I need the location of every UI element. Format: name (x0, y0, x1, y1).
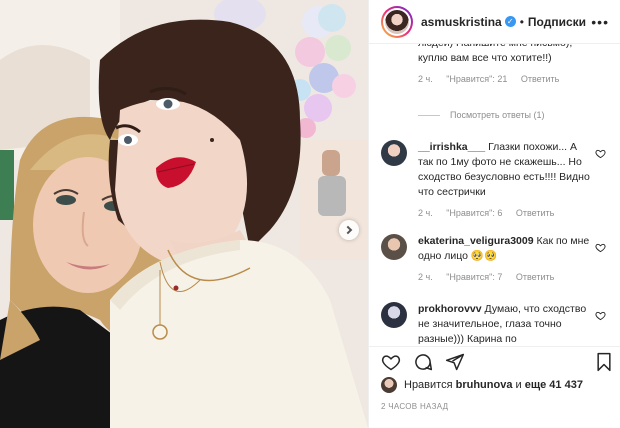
reply-button[interactable]: Ответить (521, 74, 559, 84)
author-avatar[interactable] (381, 5, 413, 38)
more-options-icon[interactable]: ••• (591, 14, 609, 30)
commenter-avatar[interactable] (381, 140, 407, 166)
following-button[interactable]: Подписки (528, 15, 586, 29)
view-replies-button[interactable]: Посмотреть ответы (1) (418, 110, 545, 120)
post-header: asmuskristina ✓ • Подписки ••• (369, 0, 620, 44)
comment-like-heart-icon[interactable] (595, 242, 606, 253)
likes-count-button[interactable]: еще 41 437 (525, 379, 583, 391)
comment-meta: 2 ч. "Нравится": 6 Ответить (418, 208, 594, 218)
likes-summary: Нравится bruhunova и еще 41 437 (381, 377, 583, 393)
comment-icon[interactable] (413, 352, 433, 372)
post-actions-bar (369, 346, 620, 376)
bookmark-icon[interactable] (595, 352, 613, 372)
comment-like-heart-icon[interactable] (595, 310, 606, 321)
post-photo[interactable] (0, 0, 368, 428)
view-replies-label: Посмотреть ответы (1) (450, 110, 545, 120)
comment-body: __irrishka___ Глазки похожи... А так по … (418, 140, 594, 200)
comment-text: людей) Напишите мне письмо), куплю вам в… (418, 44, 572, 64)
reply-button[interactable]: Ответить (516, 208, 554, 218)
comment-continued: людей) Напишите мне письмо), куплю вам в… (418, 44, 603, 84)
share-icon[interactable] (445, 352, 465, 372)
heart-icon[interactable] (381, 352, 401, 372)
comment-body: ekaterina_veligura3009 Как по мне одно л… (418, 234, 594, 264)
reply-button[interactable]: Ответить (516, 272, 554, 282)
author-username[interactable]: asmuskristina (421, 15, 502, 29)
comment-time: 2 ч. (418, 74, 433, 84)
commenter-avatar[interactable] (381, 302, 407, 328)
comment-likes[interactable]: "Нравится": 21 (446, 74, 507, 84)
replies-line (418, 114, 440, 116)
comment-time: 2 ч. (418, 208, 433, 218)
comment-likes[interactable]: "Нравится": 7 (446, 272, 502, 282)
commenter-username[interactable]: ekaterina_veligura3009 (418, 235, 534, 247)
commenter-avatar[interactable] (381, 234, 407, 260)
photo-illustration (0, 0, 368, 428)
comment-meta: 2 ч. "Нравится": 21 Ответить (418, 74, 603, 84)
likes-middle: и (515, 379, 522, 391)
chevron-right-icon (343, 225, 353, 235)
likes-prefix: Нравится (404, 379, 453, 391)
liker-avatar[interactable] (381, 377, 397, 393)
carousel-next-button[interactable] (339, 220, 359, 240)
comment-likes[interactable]: "Нравится": 6 (446, 208, 502, 218)
liker-username[interactable]: bruhunova (456, 379, 513, 391)
comment-time: 2 ч. (418, 272, 433, 282)
comments-list[interactable]: людей) Напишите мне письмо), куплю вам в… (369, 44, 620, 346)
post-side-panel: asmuskristina ✓ • Подписки ••• людей) На… (368, 0, 620, 428)
comment-meta: 2 ч. "Нравится": 7 Ответить (418, 272, 594, 282)
header-separator: • (519, 14, 524, 29)
commenter-username[interactable]: __irrishka___ (418, 141, 485, 153)
post-timestamp[interactable]: 2 ЧАСОВ НАЗАД (381, 402, 448, 411)
comment-like-heart-icon[interactable] (595, 148, 606, 159)
commenter-username[interactable]: prokhorovvv (418, 303, 482, 315)
comment-body: prokhorovvv Думаю, что сходство не значи… (418, 302, 594, 346)
verified-badge-icon: ✓ (504, 16, 516, 27)
